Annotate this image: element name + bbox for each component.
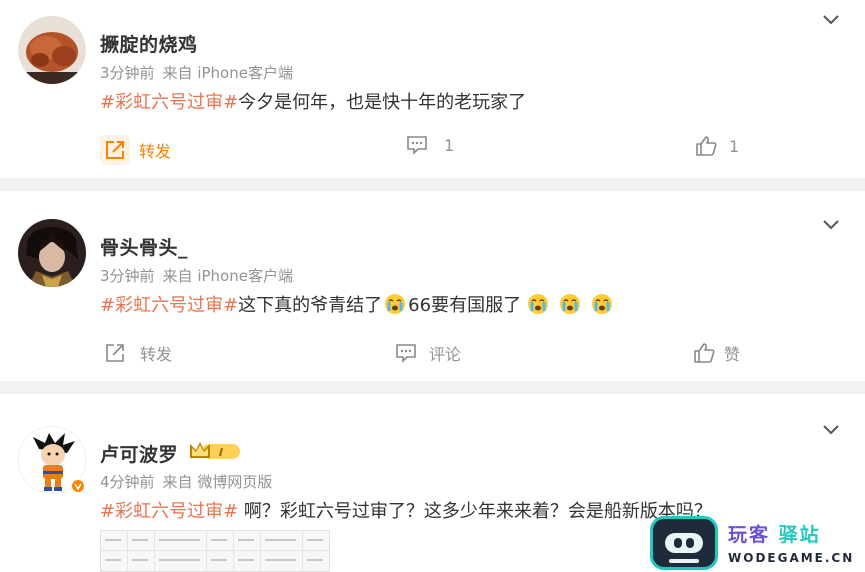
attached-image[interactable] [100,530,330,572]
chevron-down-icon[interactable] [822,14,840,26]
chevron-down-icon[interactable] [822,219,840,231]
hashtag-link[interactable]: #彩虹六号过审# [100,501,238,522]
like-button[interactable]: 1 [695,135,739,157]
comment-icon [396,344,416,363]
crown-level-badge-icon [190,442,240,459]
avatar[interactable] [18,219,86,287]
comment-meta: 4分钟前 来自 微博网页版 [100,471,272,492]
comment-icon [407,136,427,155]
repost-icon [100,135,130,165]
username[interactable]: 卢可波罗 [100,440,178,467]
watermark: 玩客 驿站 WODEGAME.CN [650,516,855,570]
like-icon [696,136,717,156]
comment-body-part-1: 这下真的爷青结了 [238,295,383,316]
source: 来自 iPhone客户端 [162,267,293,285]
action-bar: 转发 1 1 [0,135,865,165]
like-icon [694,343,715,363]
crying-emoji-icon [560,294,581,314]
comment-count: 1 [444,135,455,155]
comment-button[interactable]: 1 [406,135,454,155]
crying-emoji-icon [528,294,549,314]
repost-icon [106,344,124,362]
username[interactable]: 撅腚的烧鸡 [100,30,198,57]
timestamp: 3分钟前 [100,64,155,82]
comment-label: 评论 [429,345,462,364]
separator [0,178,865,191]
timestamp: 3分钟前 [100,267,155,285]
like-button[interactable]: 赞 [693,341,740,365]
comment-body-part-2: 66要有国服了 [408,295,522,316]
action-bar: 转发 评论 赞 [0,341,865,371]
comment-body: 今夕是何年，也是快十年的老玩家了 [238,92,527,113]
comment-meta: 3分钟前 来自 iPhone客户端 [100,62,293,83]
source: 来自 iPhone客户端 [162,64,293,82]
comment-meta: 3分钟前 来自 iPhone客户端 [100,265,293,286]
watermark-subtitle: WODEGAME.CN [728,551,855,565]
comment-body: 啊？彩虹六号过审了？这多少年来来着？会是船新版本吗？ [238,501,712,522]
hashtag-link[interactable]: #彩虹六号过审# [100,92,238,113]
watermark-logo-icon [650,516,718,570]
comment-text: #彩虹六号过审#这下真的爷青结了 66要有国服了 [100,291,615,317]
comment-button[interactable]: 评论 [395,341,461,365]
comment-text: #彩虹六号过审#今夕是何年，也是快十年的老玩家了 [100,88,526,114]
watermark-title: 玩客 驿站 [728,524,821,546]
repost-label: 转发 [140,345,173,364]
image-table-row [101,551,329,571]
repost-button[interactable]: 转发 [104,341,172,365]
hashtag-link[interactable]: #彩虹六号过审# [100,295,238,316]
avatar[interactable] [18,16,86,84]
comment-card-1: 撅腚的烧鸡 3分钟前 来自 iPhone客户端 #彩虹六号过审#今夕是何年，也是快… [0,0,865,178]
crying-emoji-icon [592,294,613,314]
username[interactable]: 骨头骨头_ [100,233,188,260]
source: 来自 微博网页版 [162,473,273,491]
like-count: 1 [729,136,740,156]
verified-badge-icon [70,478,86,494]
chevron-down-icon[interactable] [822,424,840,436]
repost-button[interactable]: 转发 [100,135,171,165]
like-label: 赞 [724,345,741,364]
repost-label: 转发 [139,142,172,161]
crying-emoji-icon [385,294,406,314]
separator [0,381,865,394]
timestamp: 4分钟前 [100,473,155,491]
comment-card-2: 骨头骨头_ 3分钟前 来自 iPhone客户端 #彩虹六号过审#这下真的爷青结了 6… [0,191,865,381]
image-table-row [101,531,329,551]
comment-text: #彩虹六号过审# 啊？彩虹六号过审了？这多少年来来着？会是船新版本吗？ [100,497,712,523]
